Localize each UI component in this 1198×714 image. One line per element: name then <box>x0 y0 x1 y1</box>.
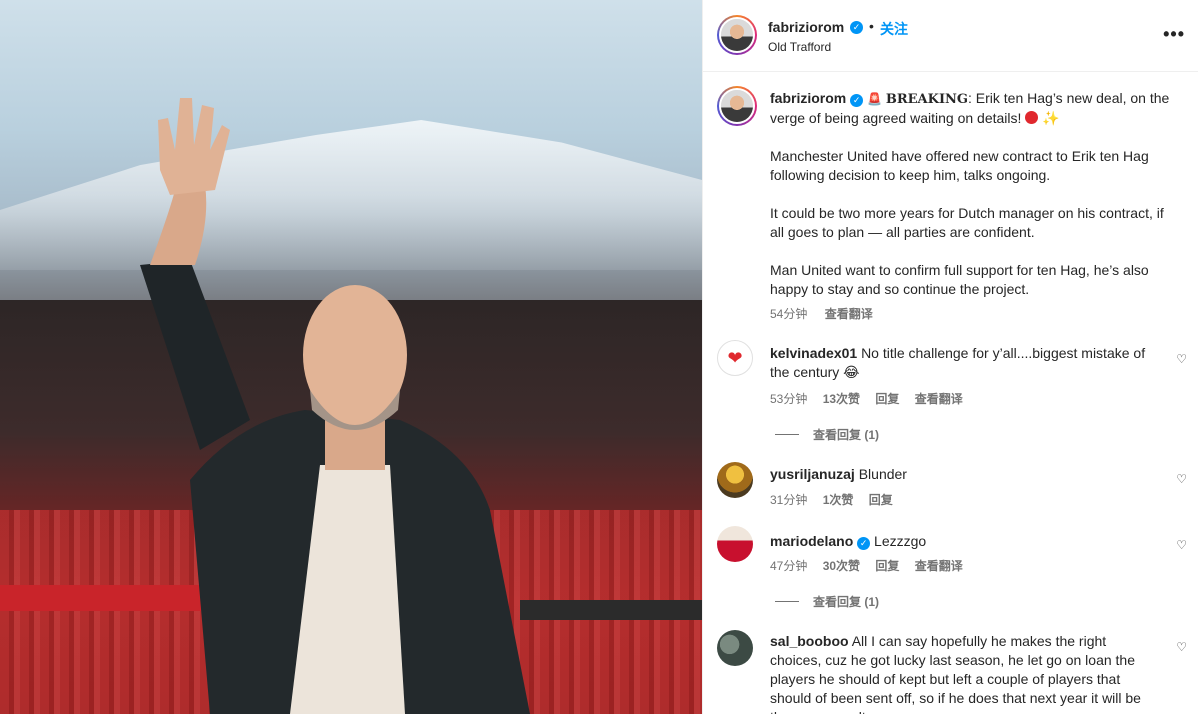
man-waving-figure <box>140 98 530 714</box>
comment-likes[interactable]: 30次赞 <box>823 559 860 573</box>
caption-paragraph: Man United want to confirm full support … <box>770 262 1149 297</box>
comment-time[interactable]: 53分钟 <box>770 392 807 406</box>
commenter-avatar[interactable] <box>717 630 753 666</box>
author-username[interactable]: fabriziorom <box>768 19 844 35</box>
verified-badge-icon: ✓ <box>857 537 871 550</box>
commenter-avatar[interactable] <box>717 526 753 562</box>
comment-username[interactable]: kelvinadex01 <box>770 345 857 361</box>
post-photo[interactable] <box>0 0 702 714</box>
comment-text: kelvinadex01 No title challenge for y’al… <box>770 344 1155 382</box>
comment-meta: 47分钟 30次赞 回复 查看翻译 <box>770 557 975 574</box>
post-header: fabriziorom ✓ • 关注 Old Trafford ••• <box>703 0 1198 72</box>
translate-button[interactable]: 查看翻译 <box>915 559 963 573</box>
comment-meta: 53分钟 13次赞 回复 查看翻译 <box>770 390 975 407</box>
follow-button[interactable]: 关注 <box>880 19 908 39</box>
comment-username[interactable]: mariodelano <box>770 533 853 549</box>
verified-badge-icon: ✓ <box>850 94 864 107</box>
view-replies-button[interactable]: 查看回复 (1) <box>775 426 879 443</box>
caption-paragraph: Manchester United have offered new contr… <box>770 148 1149 183</box>
comment-meta: 31分钟 1次赞 回复 <box>770 491 905 508</box>
comment-body: Blunder <box>858 466 907 482</box>
commenter-avatar[interactable] <box>717 462 753 498</box>
heart-outline-icon[interactable]: ♡ <box>1176 538 1187 552</box>
post-details-panel: fabriziorom ✓ • 关注 Old Trafford ••• fabr… <box>702 0 1198 714</box>
comment-text: sal_booboo All I can say hopefully he ma… <box>770 632 1155 714</box>
post-location[interactable]: Old Trafford <box>768 40 831 54</box>
verified-badge-icon: ✓ <box>850 21 863 34</box>
sparkles-icon: ✨ <box>1042 110 1060 126</box>
translate-button[interactable]: 查看翻译 <box>915 392 963 406</box>
comment-username[interactable]: sal_booboo <box>770 633 849 649</box>
commenter-avatar[interactable]: ❤ <box>717 340 753 376</box>
red-circle-icon <box>1025 111 1039 124</box>
caption-author-avatar[interactable] <box>717 86 757 126</box>
heart-outline-icon[interactable]: ♡ <box>1176 640 1187 654</box>
separator-dot: • <box>869 18 874 34</box>
translate-button[interactable]: 查看翻译 <box>825 307 873 321</box>
view-replies-label: 查看回复 (1) <box>813 595 880 609</box>
reply-button[interactable]: 回复 <box>869 493 893 507</box>
caption-username[interactable]: fabriziorom <box>770 90 846 106</box>
caption-meta: 54分钟 查看翻译 <box>770 305 1175 324</box>
caption-time[interactable]: 54分钟 <box>770 307 807 321</box>
more-options-icon[interactable]: ••• <box>1163 24 1185 45</box>
heart-outline-icon[interactable]: ♡ <box>1176 352 1187 366</box>
comment-likes[interactable]: 1次赞 <box>823 493 854 507</box>
comment-time[interactable]: 31分钟 <box>770 493 807 507</box>
comment-likes[interactable]: 13次赞 <box>823 392 860 406</box>
caption-paragraph: It could be two more years for Dutch man… <box>770 205 1164 240</box>
caption-text: fabriziorom ✓ 🚨 BREAKING: Erik ten Hag’s… <box>770 89 1175 324</box>
comment-body: Lezzzgo <box>874 533 927 549</box>
view-replies-button[interactable]: 查看回复 (1) <box>775 593 879 610</box>
view-replies-label: 查看回复 (1) <box>813 428 880 442</box>
comment-text: yusriljanuzaj Blunder <box>770 465 1155 484</box>
reply-button[interactable]: 回复 <box>875 392 899 406</box>
comment-username[interactable]: yusriljanuzaj <box>770 466 855 482</box>
reply-button[interactable]: 回复 <box>875 559 899 573</box>
comment-text: mariodelano ✓ Lezzzgo <box>770 532 1155 551</box>
replies-line <box>775 434 799 435</box>
comment-time[interactable]: 47分钟 <box>770 559 807 573</box>
replies-line <box>775 601 799 602</box>
author-avatar[interactable] <box>717 15 757 55</box>
siren-icon: 🚨 <box>867 92 882 106</box>
caption-breaking: BREAKING <box>885 92 969 107</box>
heart-outline-icon[interactable]: ♡ <box>1176 472 1187 486</box>
